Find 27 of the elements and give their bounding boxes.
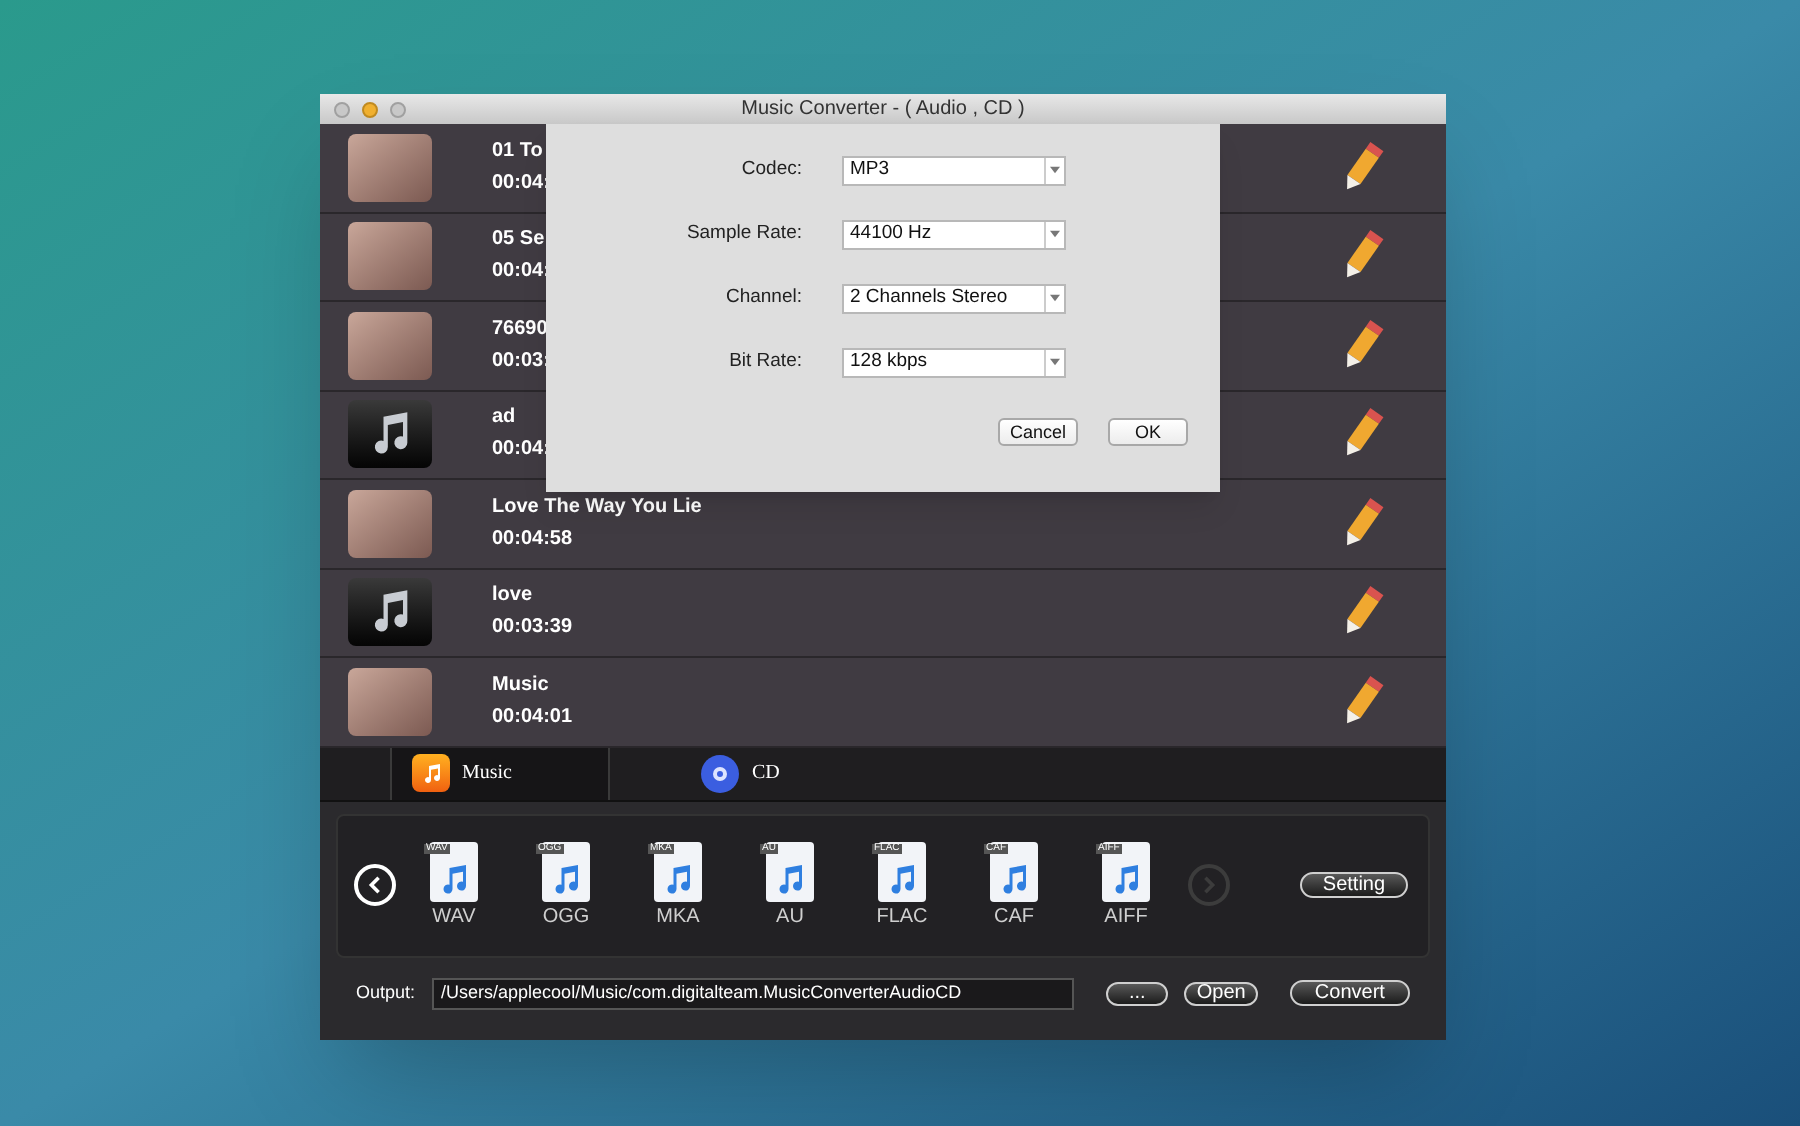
field-label: Bit Rate:	[727, 347, 802, 376]
format-label: FLAC	[876, 908, 928, 928]
track-title: 76690	[492, 319, 548, 340]
track-duration: 00:04:	[492, 173, 550, 194]
track-duration: 00:03:	[492, 351, 550, 372]
field-label: Channel:	[723, 283, 802, 312]
format-label: CAF	[994, 908, 1034, 928]
format-label: AU	[776, 908, 804, 928]
field-label: Sample Rate:	[684, 219, 802, 248]
track-duration: 00:04:	[492, 262, 550, 283]
format-label: OGG	[542, 908, 590, 928]
field-label: Codec:	[739, 155, 802, 184]
track-title: 05 Se	[492, 230, 545, 251]
format-label: MKA	[656, 908, 700, 928]
track-title: love	[492, 586, 533, 607]
track-title: ad	[492, 408, 516, 429]
track-title: Love The Way You Lie	[492, 497, 702, 518]
track-duration: 00:04:01	[492, 707, 573, 728]
track-duration: 00:04:	[492, 440, 550, 461]
format-label: AIFF	[1104, 908, 1148, 928]
output-label: Output:	[356, 979, 416, 1006]
track-duration: 00:03:39	[492, 618, 573, 639]
track-title: 01 To	[492, 141, 543, 162]
window-title: Music Converter - ( Audio , CD )	[741, 99, 1025, 119]
format-label: WAV	[432, 908, 476, 928]
track-duration: 00:04:58	[492, 529, 573, 550]
track-title: Music	[492, 675, 549, 696]
